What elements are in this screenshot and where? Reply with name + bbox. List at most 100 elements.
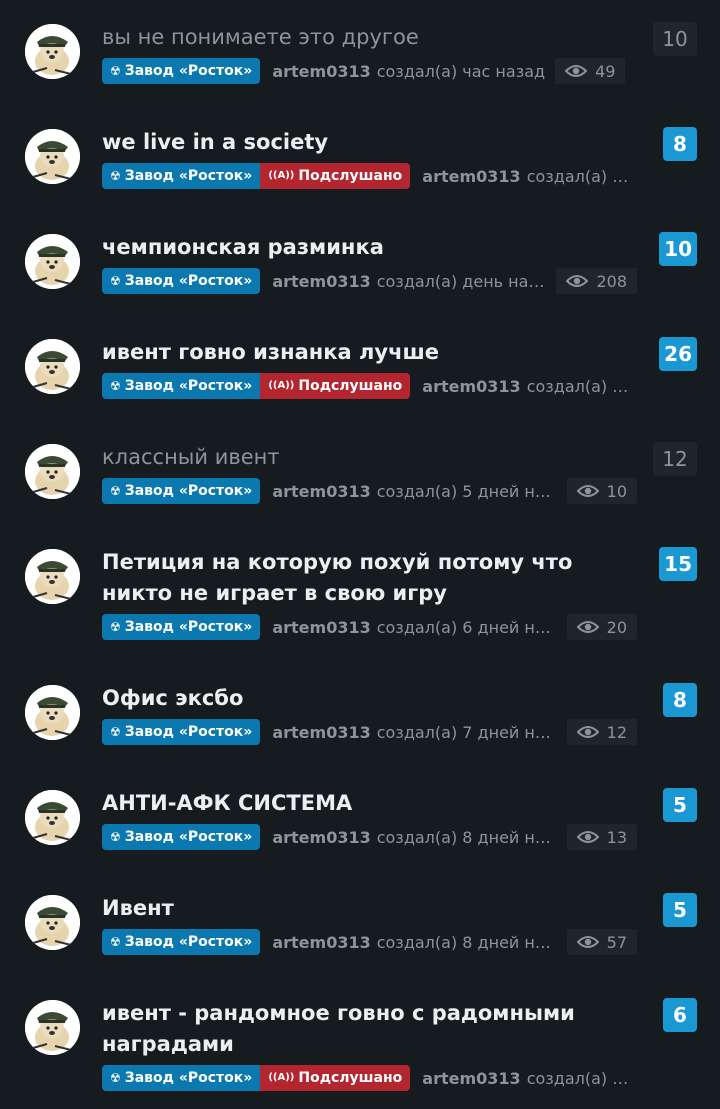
view-count-value: 20	[606, 617, 627, 637]
tag-zavod-rostok[interactable]: ☢ Завод «Росток»	[102, 929, 261, 955]
radiation-icon: ☢	[110, 935, 121, 949]
topic-title[interactable]: we live in a society	[102, 127, 632, 158]
tag-zavod-rostok[interactable]: ☢ Завод «Росток»	[102, 614, 261, 640]
author-link[interactable]: artem0313	[272, 482, 370, 501]
created-info: создал(а) 18 …	[526, 166, 637, 186]
tag-label: Завод «Росток»	[124, 724, 253, 740]
view-count-value: 49	[595, 61, 616, 81]
view-count-value: 57	[606, 932, 627, 952]
view-count-value: 10	[606, 481, 627, 501]
radiation-icon: ☢	[110, 274, 121, 288]
view-count: 208	[556, 268, 637, 294]
avatar[interactable]	[25, 1000, 80, 1055]
topic-meta: ☢ Завод «Росток» artem0313 создал(а) 8 дней…	[102, 824, 637, 850]
reply-count[interactable]: 12	[653, 442, 697, 476]
view-count: 10	[566, 478, 637, 504]
avatar[interactable]	[25, 549, 80, 604]
avatar[interactable]	[25, 685, 80, 740]
created-info: создал(а) 8 д…	[526, 1068, 637, 1088]
tag-label: Подслушано	[298, 1070, 403, 1086]
tag-label: Завод «Росток»	[124, 1070, 253, 1086]
view-count: 12	[566, 719, 637, 745]
unread-count-badge[interactable]: 6	[663, 998, 697, 1032]
view-count-value: 208	[596, 271, 627, 291]
topic-title[interactable]: Петиция на которую похуй потому что никт…	[102, 547, 632, 609]
reply-count[interactable]: 10	[653, 22, 697, 56]
tag-label: Завод «Росток»	[124, 829, 253, 845]
avatar[interactable]	[25, 129, 80, 184]
radiation-icon: ☢	[110, 620, 121, 634]
author-link[interactable]: artem0313	[422, 167, 520, 186]
tag-zavod-rostok[interactable]: ☢ Завод «Росток»	[102, 824, 261, 850]
tag-zavod-rostok[interactable]: ☢ Завод «Росток»	[102, 1065, 261, 1091]
author-link[interactable]: artem0313	[422, 377, 520, 396]
author-link[interactable]: artem0313	[272, 933, 370, 952]
topic-meta: ☢ Завод «Росток» ((A)) Подслушано artem0313 с…	[102, 373, 637, 399]
radiation-icon: ☢	[110, 725, 121, 739]
topic-title[interactable]: классный ивент	[102, 442, 632, 473]
topic-meta: ☢ Завод «Росток» ((A)) Подслушано artem0313 с…	[102, 163, 637, 189]
topic-title[interactable]: Ивент	[102, 893, 632, 924]
unread-count-badge[interactable]: 10	[659, 232, 697, 266]
topic-title[interactable]: вы не понимаете это другое	[102, 22, 632, 53]
tag-label: Завод «Росток»	[124, 483, 253, 499]
view-count-value: 13	[606, 827, 627, 847]
author-link[interactable]: artem0313	[272, 828, 370, 847]
topic-title[interactable]: АНТИ-АФК СИСТЕМА	[102, 788, 632, 819]
view-count: 57	[566, 929, 637, 955]
tag-zavod-rostok[interactable]: ☢ Завод «Росток»	[102, 478, 261, 504]
avatar[interactable]	[25, 790, 80, 845]
tag-zavod-rostok[interactable]: ☢ Завод «Росток»	[102, 58, 261, 84]
unread-count-badge[interactable]: 26	[659, 337, 697, 371]
topic-title[interactable]: ивент - рандомное говно с радомными нагр…	[102, 998, 632, 1060]
created-info: создал(а) 6 дней назад	[376, 617, 557, 637]
avatar[interactable]	[25, 339, 80, 394]
unread-count-badge[interactable]: 15	[659, 547, 697, 581]
avatar[interactable]	[25, 895, 80, 950]
tag-label: Завод «Росток»	[124, 619, 253, 635]
avatar[interactable]	[25, 24, 80, 79]
radiation-icon: ☢	[110, 484, 121, 498]
tag-zavod-rostok[interactable]: ☢ Завод «Росток»	[102, 268, 261, 294]
avatar[interactable]	[25, 444, 80, 499]
tag-label: Завод «Росток»	[124, 63, 253, 79]
tag-podslushano[interactable]: ((A)) Подслушано	[260, 1065, 411, 1091]
tag-label: Подслушано	[298, 378, 403, 394]
radiation-icon: ☢	[110, 830, 121, 844]
unread-count-badge[interactable]: 8	[663, 127, 697, 161]
tag-zavod-rostok[interactable]: ☢ Завод «Росток»	[102, 719, 261, 745]
author-link[interactable]: artem0313	[422, 1069, 520, 1088]
tag-label: Подслушано	[298, 168, 403, 184]
antenna-icon: ((A))	[268, 170, 295, 181]
created-info: создал(а) 8 дней назад	[376, 827, 557, 847]
view-count: 49	[555, 58, 626, 84]
eye-icon	[576, 620, 607, 634]
tag-label: Завод «Росток»	[124, 273, 253, 289]
eye-icon	[566, 274, 596, 288]
topic-title[interactable]: чемпионская разминка	[102, 232, 632, 263]
author-link[interactable]: artem0313	[272, 618, 370, 637]
author-link[interactable]: artem0313	[272, 272, 370, 291]
author-link[interactable]: artem0313	[272, 723, 370, 742]
tag-podslushano[interactable]: ((A)) Подслушано	[260, 373, 411, 399]
radiation-icon: ☢	[110, 64, 121, 78]
author-link[interactable]: artem0313	[272, 62, 370, 81]
tag-zavod-rostok[interactable]: ☢ Завод «Росток»	[102, 163, 261, 189]
eye-icon	[565, 64, 595, 78]
unread-count-badge[interactable]: 5	[663, 788, 697, 822]
view-count: 13	[566, 824, 637, 850]
topic-title[interactable]: ивент говно изнанка лучше	[102, 337, 632, 368]
unread-count-badge[interactable]: 5	[663, 893, 697, 927]
radiation-icon: ☢	[110, 379, 121, 393]
avatar[interactable]	[25, 234, 80, 289]
topic-meta: ☢ Завод «Росток» artem0313 создал(а) 8 дней…	[102, 929, 637, 955]
created-info: создал(а) 8 дней назад	[376, 932, 557, 952]
tag-zavod-rostok[interactable]: ☢ Завод «Росток»	[102, 373, 261, 399]
topic-title[interactable]: Офис эксбо	[102, 683, 632, 714]
eye-icon	[576, 484, 607, 498]
tag-label: Завод «Росток»	[124, 934, 253, 950]
tag-label: Завод «Росток»	[124, 168, 253, 184]
tag-podslushano[interactable]: ((A)) Подслушано	[260, 163, 411, 189]
created-info: создал(а) 5 д…	[526, 376, 637, 396]
unread-count-badge[interactable]: 8	[663, 683, 697, 717]
